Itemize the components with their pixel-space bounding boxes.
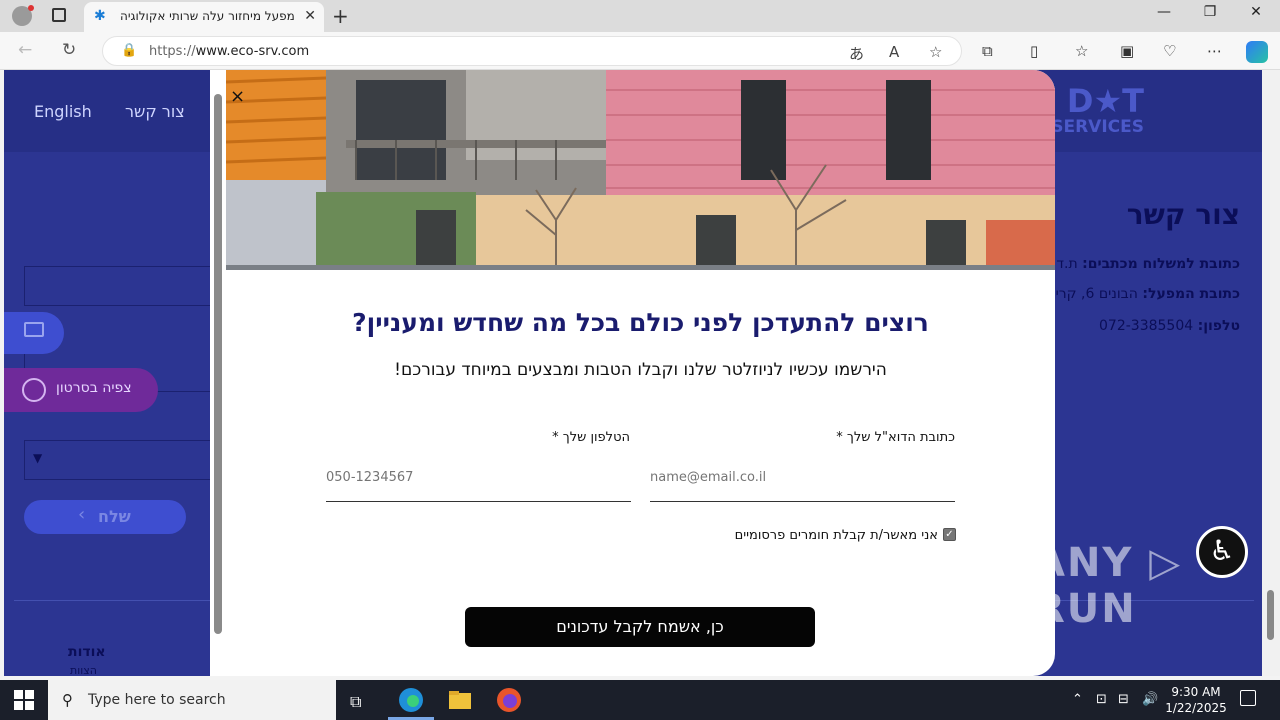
- side-video-label: צפיה בסרטון: [56, 380, 132, 396]
- phone-field[interactable]: [326, 454, 631, 502]
- url-text: https://www.eco-srv.com: [149, 44, 310, 59]
- file-explorer-icon[interactable]: [446, 686, 474, 714]
- consent-label[interactable]: אני מאשר/ת קבלת חומרים פרסומיים: [735, 528, 938, 543]
- footer-about-link[interactable]: אודות: [68, 644, 106, 660]
- nav-contact-link[interactable]: צור קשר: [125, 102, 185, 121]
- back-icon[interactable]: ←: [18, 40, 32, 60]
- search-icon: ⚲: [62, 691, 73, 709]
- firefox-icon[interactable]: [495, 686, 523, 714]
- refresh-icon[interactable]: ↻: [62, 40, 76, 60]
- consent-checkbox[interactable]: ✓: [943, 528, 956, 541]
- tab-title: מפעל מיחזור עלה שרותי אקולוגיה: [120, 9, 295, 23]
- translate-icon[interactable]: あ: [849, 43, 864, 64]
- new-tab-icon[interactable]: +: [332, 4, 349, 28]
- modal-scrollbar[interactable]: [210, 70, 226, 676]
- send-label: שלח: [98, 507, 131, 526]
- nav-english-link[interactable]: English: [34, 102, 92, 121]
- address-bar-row: ← ↻ 🔒 https://www.eco-srv.com あ A ☆ ⧉ ▯ …: [0, 32, 1280, 70]
- url-field[interactable]: 🔒 https://www.eco-srv.com あ A ☆: [102, 36, 962, 66]
- send-button[interactable]: ‹ שלח: [24, 500, 186, 534]
- tab-actions-icon[interactable]: [52, 8, 66, 22]
- modal-scroll-thumb[interactable]: [214, 94, 222, 634]
- chevron-down-icon: ▼: [33, 451, 43, 465]
- contact-factory-line: כתובת המפעל: הבונים 6, קרי: [1055, 286, 1240, 302]
- notification-dot: [28, 5, 34, 11]
- taskbar-search-text: Type here to search: [88, 692, 226, 708]
- window-close-button[interactable]: ✕: [1233, 4, 1279, 20]
- watermark-logo: ANY ▷ RUN: [1034, 540, 1183, 632]
- tray-network-icon[interactable]: ⊡: [1096, 692, 1107, 707]
- email-field[interactable]: [650, 454, 955, 502]
- start-button-icon[interactable]: [14, 690, 34, 710]
- task-view-icon[interactable]: ⧉: [350, 692, 361, 712]
- favorites-icon[interactable]: ☆: [1075, 42, 1088, 60]
- subscribe-button[interactable]: כן, אשמח לקבל עדכונים: [465, 607, 815, 647]
- form-select[interactable]: ▼: [24, 440, 214, 480]
- browser-tab-bar: ✱ מפעל מיחזור עלה שרותי אקולוגיה ✕ + — ❐…: [0, 0, 1280, 32]
- footer-about-sub[interactable]: הצוות: [70, 664, 97, 676]
- phone-label: הטלפון שלך *: [552, 430, 630, 445]
- newsletter-modal: רוצים להתעדכן לפני כולם בכל מה שחדש ומענ…: [226, 70, 1055, 676]
- settings-more-icon[interactable]: ⋯: [1207, 42, 1222, 60]
- read-aloud-icon[interactable]: A: [889, 43, 899, 61]
- lock-icon[interactable]: 🔒: [121, 43, 137, 58]
- side-video-button[interactable]: צפיה בסרטון: [4, 368, 158, 412]
- site-logo[interactable]: D★T SERVICES: [1044, 84, 1144, 140]
- tray-wifi-icon[interactable]: ⊟: [1118, 692, 1129, 707]
- extensions-icon[interactable]: ⧉: [982, 42, 993, 60]
- modal-title: רוצים להתעדכן לפני כולם בכל מה שחדש ומענ…: [352, 308, 929, 337]
- split-screen-icon[interactable]: ▯: [1030, 42, 1038, 60]
- taskbar-search[interactable]: ⚲ Type here to search: [48, 680, 336, 720]
- edge-browser-icon[interactable]: [397, 686, 425, 714]
- browser-essentials-icon[interactable]: ♡: [1163, 42, 1176, 60]
- tray-volume-icon[interactable]: 🔊: [1142, 692, 1158, 707]
- modal-subtitle: הירשמו עכשיו לניוזלטר שלנו וקבלו הטבות ו…: [394, 360, 887, 380]
- favorite-star-icon[interactable]: ☆: [929, 43, 942, 61]
- mail-icon: [24, 322, 44, 337]
- site-favicon-icon: ✱: [94, 8, 106, 24]
- restore-button[interactable]: ❐: [1187, 4, 1233, 20]
- hero-image: [226, 70, 1055, 270]
- browser-tab[interactable]: ✱ מפעל מיחזור עלה שרותי אקולוגיה ✕: [84, 2, 324, 32]
- consent-row: ✓ אני מאשר/ת קבלת חומרים פרסומיים: [706, 526, 956, 546]
- modal-close-icon[interactable]: ×: [230, 86, 245, 107]
- minimize-button[interactable]: —: [1141, 4, 1187, 20]
- contact-mail-line: כתובת למשלוח מכתבים: ת.ד: [1056, 256, 1240, 272]
- play-icon: [22, 378, 46, 402]
- collections-icon[interactable]: ▣: [1120, 42, 1134, 60]
- notifications-icon[interactable]: [1240, 690, 1256, 706]
- tray-chevron-icon[interactable]: ⌃: [1072, 692, 1083, 707]
- form-field-name[interactable]: [24, 266, 214, 306]
- contact-phone-line: טלפון: 072-3385504: [1099, 318, 1240, 334]
- windows-taskbar: ⚲ Type here to search ⧉ ⌃ ⊡ ⊟ 🔊 9:30 AM …: [0, 680, 1280, 720]
- copilot-icon[interactable]: [1246, 41, 1268, 63]
- email-label: כתובת הדוא"ל שלך *: [836, 430, 955, 445]
- contact-title: צור קשר: [1126, 198, 1240, 231]
- tab-close-icon[interactable]: ✕: [304, 8, 316, 24]
- chevron-left-icon: ‹: [78, 504, 86, 525]
- side-mail-button[interactable]: [4, 312, 64, 354]
- taskbar-clock[interactable]: 9:30 AM 1/22/2025: [1160, 684, 1232, 716]
